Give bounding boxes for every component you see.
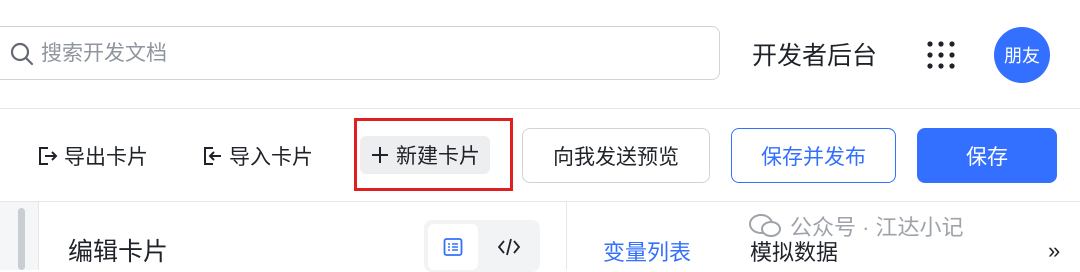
expand-icon[interactable]: » bbox=[1048, 238, 1060, 264]
top-header: 开发者后台 朋友 bbox=[0, 0, 1080, 109]
grid-icon[interactable] bbox=[926, 40, 956, 70]
save-button[interactable]: 保存 bbox=[917, 128, 1057, 183]
watermark: 公众号 · 江达小记 bbox=[748, 210, 964, 242]
search-input[interactable] bbox=[39, 37, 683, 71]
highlight-annotation-box bbox=[354, 118, 513, 191]
export-icon bbox=[39, 147, 58, 165]
code-icon bbox=[497, 238, 521, 256]
export-card-button[interactable]: 导出卡片 bbox=[36, 141, 148, 171]
import-icon bbox=[204, 147, 221, 165]
panel-divider bbox=[566, 202, 567, 270]
send-preview-button[interactable]: 向我发送预览 bbox=[522, 128, 710, 183]
wechat-icon bbox=[749, 214, 781, 237]
list-view-toggle[interactable] bbox=[428, 224, 478, 270]
import-card-label: 导入卡片 bbox=[229, 146, 313, 169]
tab-variables[interactable]: 变量列表 bbox=[603, 235, 691, 267]
save-and-publish-button[interactable]: 保存并发布 bbox=[731, 128, 896, 183]
editor-title: 编辑卡片 bbox=[68, 238, 169, 266]
editor-toolbar: 导出卡片 导入卡片 新建卡片 向我发送预览 保存并发布 保存 bbox=[0, 109, 1080, 202]
scrollbar-handle[interactable] bbox=[18, 208, 25, 270]
export-card-label: 导出卡片 bbox=[64, 146, 148, 169]
page-title: 开发者后台 bbox=[752, 42, 878, 70]
search-icon bbox=[10, 42, 34, 66]
import-card-button[interactable]: 导入卡片 bbox=[201, 141, 313, 171]
watermark-text: 公众号 · 江达小记 bbox=[790, 215, 964, 240]
code-view-toggle[interactable] bbox=[484, 224, 534, 270]
avatar[interactable]: 朋友 bbox=[994, 27, 1050, 83]
list-icon bbox=[443, 238, 463, 256]
search-box[interactable] bbox=[0, 26, 720, 80]
